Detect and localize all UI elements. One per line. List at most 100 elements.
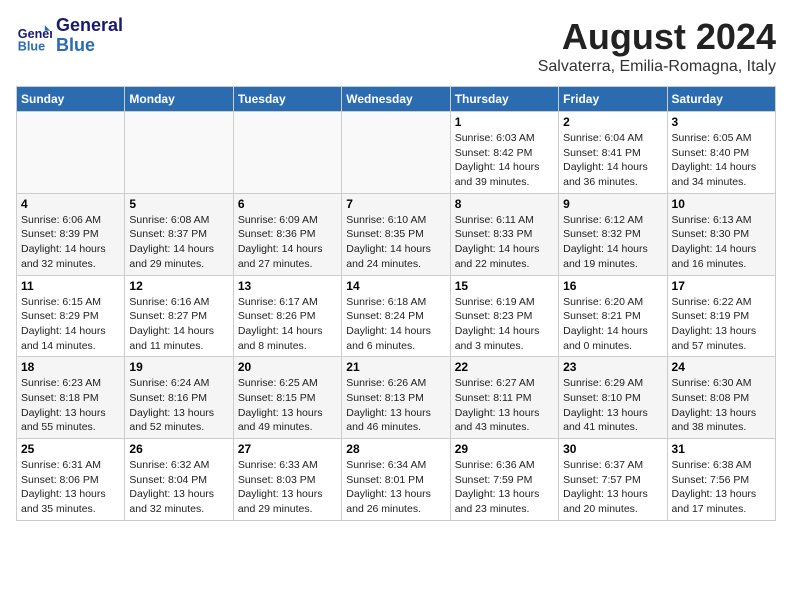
day-info: Sunrise: 6:32 AMSunset: 8:04 PMDaylight:… xyxy=(129,458,228,517)
day-info: Sunrise: 6:03 AMSunset: 8:42 PMDaylight:… xyxy=(455,131,554,190)
calendar-cell: 17 Sunrise: 6:22 AMSunset: 8:19 PMDayligh… xyxy=(667,275,775,357)
day-info: Sunrise: 6:29 AMSunset: 8:10 PMDaylight:… xyxy=(563,376,662,435)
calendar-cell xyxy=(17,112,125,194)
calendar-cell: 31 Sunrise: 6:38 AMSunset: 7:56 PMDayligh… xyxy=(667,439,775,521)
calendar-subtitle: Salvaterra, Emilia-Romagna, Italy xyxy=(538,58,776,76)
calendar-cell: 6Sunrise: 6:09 AMSunset: 8:36 PMDaylight… xyxy=(233,193,341,275)
title-block: August 2024 Salvaterra, Emilia-Romagna, … xyxy=(538,16,776,76)
calendar-cell: 20Sunrise: 6:25 AMSunset: 8:15 PMDayligh… xyxy=(233,357,341,439)
day-number: 9 xyxy=(563,197,662,211)
calendar-week-row: 25 Sunrise: 6:31 AMSunset: 8:06 PMDayligh… xyxy=(17,439,776,521)
day-info: Sunrise: 6:33 AMSunset: 8:03 PMDaylight:… xyxy=(238,458,337,517)
calendar-cell: 19 Sunrise: 6:24 AMSunset: 8:16 PMDayligh… xyxy=(125,357,233,439)
day-info: Sunrise: 6:38 AMSunset: 7:56 PMDaylight:… xyxy=(672,458,771,517)
day-info: Sunrise: 6:37 AMSunset: 7:57 PMDaylight:… xyxy=(563,458,662,517)
day-number: 19 xyxy=(129,360,228,374)
day-info: Sunrise: 6:17 AMSunset: 8:26 PMDaylight:… xyxy=(238,295,337,354)
day-info: Sunrise: 6:04 AMSunset: 8:41 PMDaylight:… xyxy=(563,131,662,190)
logo-text-line2: Blue xyxy=(56,36,123,56)
day-info: Sunrise: 6:19 AMSunset: 8:23 PMDaylight:… xyxy=(455,295,554,354)
day-number: 8 xyxy=(455,197,554,211)
weekday-header-friday: Friday xyxy=(559,87,667,112)
day-info: Sunrise: 6:27 AMSunset: 8:11 PMDaylight:… xyxy=(455,376,554,435)
weekday-header-thursday: Thursday xyxy=(450,87,558,112)
calendar-cell: 27 Sunrise: 6:33 AMSunset: 8:03 PMDayligh… xyxy=(233,439,341,521)
day-info: Sunrise: 6:05 AMSunset: 8:40 PMDaylight:… xyxy=(672,131,771,190)
logo-text-line1: General xyxy=(56,16,123,36)
calendar-cell: 11 Sunrise: 6:15 AMSunset: 8:29 PMDayligh… xyxy=(17,275,125,357)
logo-icon: General Blue xyxy=(16,18,52,54)
weekday-header-row: SundayMondayTuesdayWednesdayThursdayFrid… xyxy=(17,87,776,112)
day-info: Sunrise: 6:06 AMSunset: 8:39 PMDaylight:… xyxy=(21,213,120,272)
day-number: 26 xyxy=(129,442,228,456)
calendar-cell: 29 Sunrise: 6:36 AMSunset: 7:59 PMDayligh… xyxy=(450,439,558,521)
calendar-cell: 30Sunrise: 6:37 AMSunset: 7:57 PMDayligh… xyxy=(559,439,667,521)
calendar-cell xyxy=(233,112,341,194)
calendar-cell: 13 Sunrise: 6:17 AMSunset: 8:26 PMDayligh… xyxy=(233,275,341,357)
weekday-header-monday: Monday xyxy=(125,87,233,112)
calendar-cell: 7Sunrise: 6:10 AMSunset: 8:35 PMDaylight… xyxy=(342,193,450,275)
weekday-header-sunday: Sunday xyxy=(17,87,125,112)
day-number: 7 xyxy=(346,197,445,211)
calendar-week-row: 1 Sunrise: 6:03 AMSunset: 8:42 PMDaylight… xyxy=(17,112,776,194)
calendar-cell: 26 Sunrise: 6:32 AMSunset: 8:04 PMDayligh… xyxy=(125,439,233,521)
day-info: Sunrise: 6:09 AMSunset: 8:36 PMDaylight:… xyxy=(238,213,337,272)
calendar-cell: 5Sunrise: 6:08 AMSunset: 8:37 PMDaylight… xyxy=(125,193,233,275)
calendar-cell: 28Sunrise: 6:34 AMSunset: 8:01 PMDayligh… xyxy=(342,439,450,521)
calendar-cell: 10Sunrise: 6:13 AMSunset: 8:30 PMDayligh… xyxy=(667,193,775,275)
day-info: Sunrise: 6:11 AMSunset: 8:33 PMDaylight:… xyxy=(455,213,554,272)
day-number: 17 xyxy=(672,279,771,293)
day-info: Sunrise: 6:22 AMSunset: 8:19 PMDaylight:… xyxy=(672,295,771,354)
weekday-header-saturday: Saturday xyxy=(667,87,775,112)
day-number: 21 xyxy=(346,360,445,374)
svg-text:Blue: Blue xyxy=(18,39,45,53)
day-info: Sunrise: 6:24 AMSunset: 8:16 PMDaylight:… xyxy=(129,376,228,435)
day-number: 27 xyxy=(238,442,337,456)
calendar-cell: 15 Sunrise: 6:19 AMSunset: 8:23 PMDayligh… xyxy=(450,275,558,357)
calendar-cell: 8 Sunrise: 6:11 AMSunset: 8:33 PMDaylight… xyxy=(450,193,558,275)
day-info: Sunrise: 6:18 AMSunset: 8:24 PMDaylight:… xyxy=(346,295,445,354)
day-number: 25 xyxy=(21,442,120,456)
calendar-cell: 14Sunrise: 6:18 AMSunset: 8:24 PMDayligh… xyxy=(342,275,450,357)
calendar-week-row: 11 Sunrise: 6:15 AMSunset: 8:29 PMDayligh… xyxy=(17,275,776,357)
day-info: Sunrise: 6:23 AMSunset: 8:18 PMDaylight:… xyxy=(21,376,120,435)
day-info: Sunrise: 6:36 AMSunset: 7:59 PMDaylight:… xyxy=(455,458,554,517)
calendar-cell: 22 Sunrise: 6:27 AMSunset: 8:11 PMDayligh… xyxy=(450,357,558,439)
day-number: 29 xyxy=(455,442,554,456)
day-info: Sunrise: 6:16 AMSunset: 8:27 PMDaylight:… xyxy=(129,295,228,354)
calendar-cell: 18 Sunrise: 6:23 AMSunset: 8:18 PMDayligh… xyxy=(17,357,125,439)
day-number: 11 xyxy=(21,279,120,293)
calendar-title: August 2024 xyxy=(538,16,776,58)
day-number: 1 xyxy=(455,115,554,129)
weekday-header-wednesday: Wednesday xyxy=(342,87,450,112)
day-number: 16 xyxy=(563,279,662,293)
day-info: Sunrise: 6:31 AMSunset: 8:06 PMDaylight:… xyxy=(21,458,120,517)
day-number: 24 xyxy=(672,360,771,374)
calendar-cell xyxy=(342,112,450,194)
day-number: 28 xyxy=(346,442,445,456)
day-info: Sunrise: 6:08 AMSunset: 8:37 PMDaylight:… xyxy=(129,213,228,272)
day-number: 18 xyxy=(21,360,120,374)
calendar-cell: 12 Sunrise: 6:16 AMSunset: 8:27 PMDayligh… xyxy=(125,275,233,357)
day-number: 15 xyxy=(455,279,554,293)
calendar-table: SundayMondayTuesdayWednesdayThursdayFrid… xyxy=(16,86,776,521)
day-number: 31 xyxy=(672,442,771,456)
calendar-cell: 23Sunrise: 6:29 AMSunset: 8:10 PMDayligh… xyxy=(559,357,667,439)
day-number: 3 xyxy=(672,115,771,129)
day-info: Sunrise: 6:20 AMSunset: 8:21 PMDaylight:… xyxy=(563,295,662,354)
day-info: Sunrise: 6:15 AMSunset: 8:29 PMDaylight:… xyxy=(21,295,120,354)
day-number: 22 xyxy=(455,360,554,374)
calendar-week-row: 4Sunrise: 6:06 AMSunset: 8:39 PMDaylight… xyxy=(17,193,776,275)
day-number: 2 xyxy=(563,115,662,129)
day-number: 12 xyxy=(129,279,228,293)
calendar-cell: 24 Sunrise: 6:30 AMSunset: 8:08 PMDayligh… xyxy=(667,357,775,439)
day-number: 13 xyxy=(238,279,337,293)
calendar-cell: 4Sunrise: 6:06 AMSunset: 8:39 PMDaylight… xyxy=(17,193,125,275)
calendar-cell: 9Sunrise: 6:12 AMSunset: 8:32 PMDaylight… xyxy=(559,193,667,275)
day-number: 10 xyxy=(672,197,771,211)
calendar-cell xyxy=(125,112,233,194)
weekday-header-tuesday: Tuesday xyxy=(233,87,341,112)
logo: General Blue General Blue xyxy=(16,16,123,56)
day-info: Sunrise: 6:30 AMSunset: 8:08 PMDaylight:… xyxy=(672,376,771,435)
calendar-cell: 25 Sunrise: 6:31 AMSunset: 8:06 PMDayligh… xyxy=(17,439,125,521)
